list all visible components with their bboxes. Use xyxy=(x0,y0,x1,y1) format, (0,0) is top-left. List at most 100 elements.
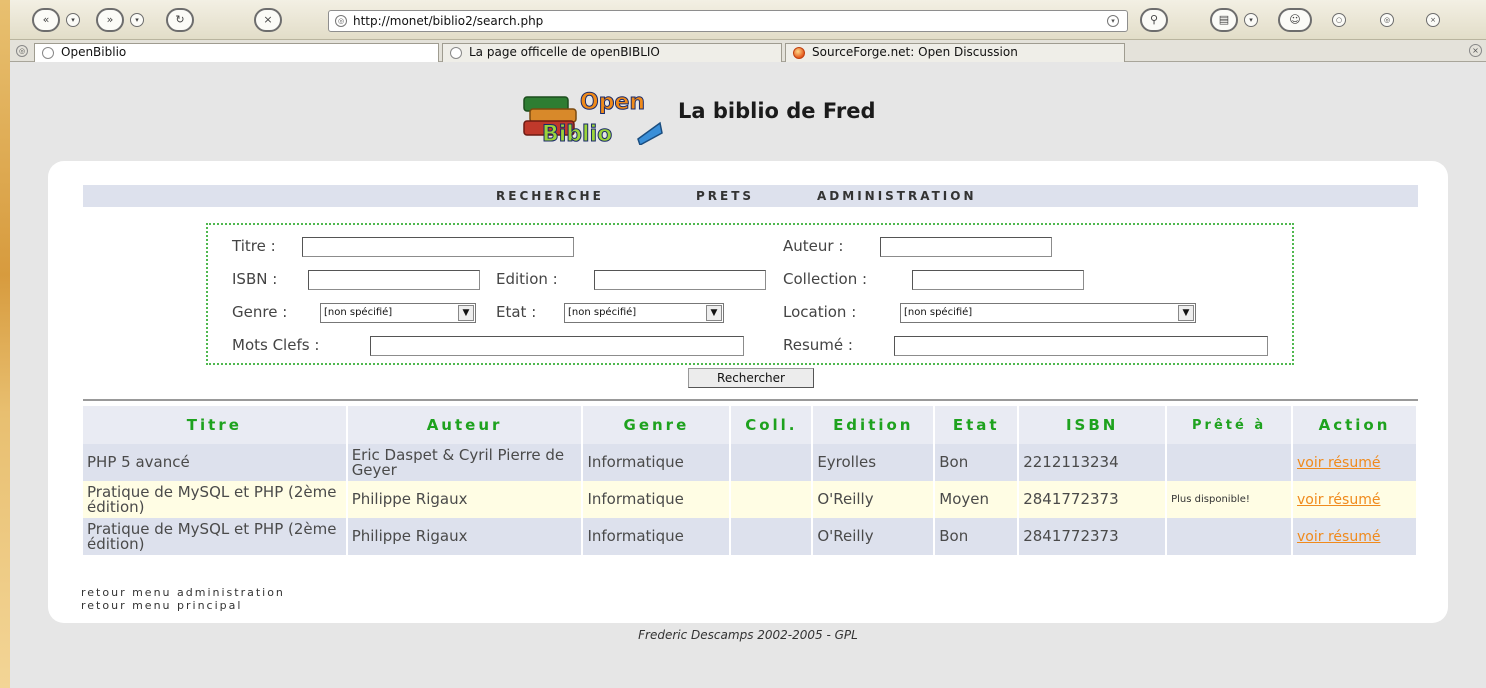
column-header-prete[interactable]: Prêté à xyxy=(1166,406,1294,444)
isbn-input[interactable] xyxy=(308,270,480,290)
cell-isbn: 2841772373 xyxy=(1018,518,1168,555)
url-text[interactable]: http://monet/biblio2/search.php xyxy=(353,11,543,31)
print-icon[interactable]: ▤ xyxy=(1210,8,1238,32)
cell-action: voir résumé xyxy=(1292,444,1418,481)
dropdown-arrow-icon[interactable]: ▼ xyxy=(458,305,474,321)
back-icon[interactable]: « xyxy=(32,8,60,32)
cell-auteur: Philippe Rigaux xyxy=(346,518,584,555)
tab-label: SourceForge.net: Open Discussion xyxy=(812,45,1018,59)
column-header-coll[interactable]: Coll. xyxy=(730,406,814,444)
dropdown-arrow-icon[interactable]: ▼ xyxy=(1178,305,1194,321)
table-row: Pratique de MySQL et PHP (2ème édition) … xyxy=(83,481,1418,518)
maximize-icon[interactable]: ◎ xyxy=(1380,13,1394,27)
cell-etat: Bon xyxy=(934,444,1020,481)
back-history-icon[interactable]: ▾ xyxy=(66,13,80,27)
titre-input[interactable] xyxy=(302,237,574,257)
cell-prete xyxy=(1166,444,1294,481)
cell-action: voir résumé xyxy=(1292,518,1418,555)
bottom-links: retour menu administration retour menu p… xyxy=(81,586,285,612)
column-header-auteur[interactable]: Auteur xyxy=(346,406,584,444)
close-tab-icon[interactable]: × xyxy=(1469,44,1482,57)
navigation-toolbar: « ▾ » ▾ ↻ × ◎ http://monet/biblio2/searc… xyxy=(10,0,1486,40)
close-window-icon[interactable]: × xyxy=(1426,13,1440,27)
svg-text:Biblio: Biblio xyxy=(542,122,612,145)
browser-window: « ▾ » ▾ ↻ × ◎ http://monet/biblio2/searc… xyxy=(10,0,1486,688)
main-panel: RECHERCHE PRETS ADMINISTRATION Titre : A… xyxy=(48,161,1448,623)
cell-genre: Informatique xyxy=(582,444,732,481)
cell-isbn: 2841772373 xyxy=(1018,481,1168,518)
page-footer: Frederic Descamps 2002-2005 - GPL xyxy=(638,628,858,642)
edition-input[interactable] xyxy=(594,270,766,290)
forward-icon[interactable]: » xyxy=(96,8,124,32)
genre-label: Genre : xyxy=(232,303,288,321)
location-select[interactable]: [non spécifié] ▼ xyxy=(900,303,1196,323)
cell-etat: Bon xyxy=(934,518,1020,555)
minimize-icon[interactable]: ○ xyxy=(1332,13,1346,27)
motsclefs-label: Mots Clefs : xyxy=(232,336,320,354)
menu-recherche[interactable]: RECHERCHE xyxy=(496,185,604,207)
cell-edition: Eyrolles xyxy=(812,444,936,481)
location-value: [non spécifié] xyxy=(904,307,973,318)
motsclefs-input[interactable] xyxy=(370,336,744,356)
page-icon xyxy=(450,47,462,59)
column-header-edition[interactable]: Edition xyxy=(812,406,936,444)
search-icon[interactable]: ⚲ xyxy=(1140,8,1168,32)
etat-select[interactable]: [non spécifié] ▼ xyxy=(564,303,724,323)
cell-coll xyxy=(730,481,814,518)
auteur-input[interactable] xyxy=(880,237,1052,257)
tab-sourceforge[interactable]: SourceForge.net: Open Discussion xyxy=(785,43,1125,62)
retour-principal-link[interactable]: retour menu principal xyxy=(81,599,285,612)
openbiblio-logo: Open Biblio xyxy=(520,83,665,148)
cell-genre: Informatique xyxy=(582,518,732,555)
collection-input[interactable] xyxy=(912,270,1084,290)
cell-prete xyxy=(1166,518,1294,555)
cell-titre: Pratique de MySQL et PHP (2ème édition) xyxy=(83,518,348,555)
cell-auteur: Eric Daspet & Cyril Pierre de Geyer xyxy=(346,444,584,481)
cell-prete: Plus disponible! xyxy=(1166,481,1294,518)
tab-list-icon[interactable]: ◎ xyxy=(16,45,28,57)
print-menu-icon[interactable]: ▾ xyxy=(1244,13,1258,27)
svg-text:Open: Open xyxy=(580,90,645,115)
main-menu: RECHERCHE PRETS ADMINISTRATION xyxy=(83,185,1418,207)
cell-edition: O'Reilly xyxy=(812,481,936,518)
url-dropdown-icon[interactable]: ▾ xyxy=(1107,15,1119,27)
page-content: Open Biblio La biblio de Fred RECHERCHE … xyxy=(10,63,1486,688)
divider xyxy=(83,399,1418,401)
rechercher-button[interactable]: Rechercher xyxy=(688,368,814,388)
retour-admin-link[interactable]: retour menu administration xyxy=(81,586,285,599)
genre-value: [non spécifié] xyxy=(324,307,393,318)
site-title: La biblio de Fred xyxy=(678,99,876,123)
column-header-isbn[interactable]: ISBN xyxy=(1018,406,1168,444)
cell-isbn: 2212113234 xyxy=(1018,444,1168,481)
column-header-etat[interactable]: Etat xyxy=(934,406,1020,444)
voir-resume-link[interactable]: voir résumé xyxy=(1297,529,1380,545)
tab-openbiblio-official[interactable]: La page officelle de openBIBLIO xyxy=(442,43,782,62)
cell-coll xyxy=(730,518,814,555)
resume-input[interactable] xyxy=(894,336,1268,356)
genre-select[interactable]: [non spécifié] ▼ xyxy=(320,303,476,323)
menu-prets[interactable]: PRETS xyxy=(696,185,754,207)
cell-auteur: Philippe Rigaux xyxy=(346,481,584,518)
cell-action: voir résumé xyxy=(1292,481,1418,518)
mascot-icon[interactable]: ☺ xyxy=(1278,8,1312,32)
edition-label: Edition : xyxy=(496,270,558,288)
cell-etat: Moyen xyxy=(934,481,1020,518)
search-form: Titre : Auteur : ISBN : Edition : Collec… xyxy=(206,223,1294,365)
menu-administration[interactable]: ADMINISTRATION xyxy=(817,185,976,207)
column-header-genre[interactable]: Genre xyxy=(582,406,732,444)
desktop-edge xyxy=(0,0,10,688)
address-bar[interactable]: ◎ http://monet/biblio2/search.php ▾ xyxy=(328,10,1128,32)
location-label: Location : xyxy=(783,303,857,321)
dropdown-arrow-icon[interactable]: ▼ xyxy=(706,305,722,321)
tab-openbiblio[interactable]: OpenBiblio xyxy=(34,43,439,62)
column-header-titre[interactable]: Titre xyxy=(83,406,348,444)
tab-label: OpenBiblio xyxy=(61,45,127,59)
forward-history-icon[interactable]: ▾ xyxy=(130,13,144,27)
voir-resume-link[interactable]: voir résumé xyxy=(1297,455,1380,471)
cell-titre: Pratique de MySQL et PHP (2ème édition) xyxy=(83,481,348,518)
reload-icon[interactable]: ↻ xyxy=(166,8,194,32)
page-icon xyxy=(42,47,54,59)
etat-label: Etat : xyxy=(496,303,537,321)
voir-resume-link[interactable]: voir résumé xyxy=(1297,492,1380,508)
stop-icon[interactable]: × xyxy=(254,8,282,32)
